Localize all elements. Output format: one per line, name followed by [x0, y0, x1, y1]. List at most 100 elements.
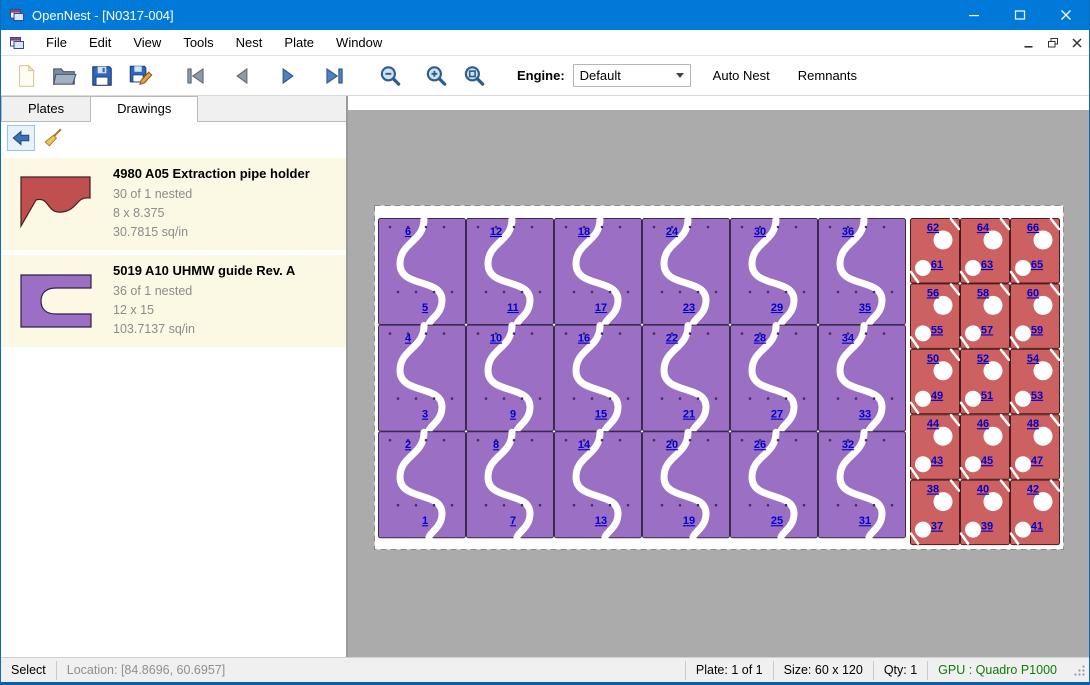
- purple-part-pair[interactable]: 2019: [643, 432, 730, 538]
- svg-text:47: 47: [1031, 455, 1043, 467]
- mdi-restore-button[interactable]: [1041, 32, 1065, 54]
- svg-text:26: 26: [754, 439, 766, 451]
- plate-svg[interactable]: 6512111817242330293635431091615222128273…: [374, 205, 1064, 550]
- svg-text:32: 32: [842, 439, 854, 451]
- red-part-pair[interactable]: 4645: [961, 415, 1010, 480]
- mdi-close-button[interactable]: [1065, 32, 1089, 54]
- mdi-minimize-button[interactable]: [1017, 32, 1041, 54]
- menu-tools[interactable]: Tools: [172, 30, 224, 55]
- purple-part-pair[interactable]: 3433: [819, 325, 906, 431]
- red-part-pair[interactable]: 6261: [911, 219, 960, 284]
- close-button[interactable]: [1043, 0, 1089, 30]
- first-plate-button[interactable]: [181, 61, 211, 91]
- engine-label: Engine:: [517, 68, 565, 83]
- svg-text:51: 51: [981, 390, 993, 402]
- red-part-pair[interactable]: 48 47: [1011, 415, 1060, 480]
- red-part-pair[interactable]: 6463: [961, 219, 1010, 284]
- svg-text:48: 48: [1027, 418, 1039, 430]
- new-button[interactable]: [11, 61, 41, 91]
- previous-plate-button[interactable]: [227, 61, 257, 91]
- nest-canvas[interactable]: 6512111817242330293635431091615222128273…: [348, 96, 1089, 657]
- status-gpu: GPU : Quadro P1000: [928, 663, 1067, 677]
- zoom-out-button[interactable]: [375, 61, 405, 91]
- purple-part-pair[interactable]: 21: [379, 432, 466, 538]
- svg-text:50: 50: [927, 353, 939, 365]
- app-window: OpenNest - [N0317-004] File Edit View To…: [0, 0, 1090, 685]
- zoom-in-button[interactable]: [421, 61, 451, 91]
- drawing-item-1[interactable]: 4980 A05 Extraction pipe holder 30 of 1 …: [1, 158, 346, 250]
- next-plate-button[interactable]: [273, 61, 303, 91]
- svg-text:59: 59: [1031, 324, 1043, 336]
- red-part-pair[interactable]: 5251: [961, 349, 1010, 414]
- purple-part-pair[interactable]: 1413: [555, 432, 642, 538]
- save-button[interactable]: [87, 61, 117, 91]
- purple-part-pair[interactable]: 2221: [643, 325, 730, 431]
- drawings-toolbar: [1, 122, 346, 154]
- red-part-pair[interactable]: 4241: [1011, 480, 1060, 544]
- red-part-pair[interactable]: 3837: [911, 480, 960, 544]
- last-plate-button[interactable]: [319, 61, 349, 91]
- mdi-child-icon[interactable]: [9, 35, 25, 51]
- menu-bar: File Edit View Tools Nest Plate Window: [1, 30, 1089, 56]
- svg-text:45: 45: [981, 455, 993, 467]
- open-button[interactable]: [49, 61, 79, 91]
- purple-part-pair[interactable]: 3231: [819, 432, 906, 538]
- menu-view[interactable]: View: [122, 30, 172, 55]
- svg-text:23: 23: [683, 302, 695, 314]
- purple-part-pair[interactable]: 2625: [731, 432, 818, 538]
- purple-part-pair[interactable]: 65: [379, 219, 466, 325]
- red-part-pair[interactable]: 5857: [961, 284, 1010, 349]
- svg-text:39: 39: [981, 521, 993, 533]
- menu-window[interactable]: Window: [325, 30, 393, 55]
- engine-select[interactable]: Default: [573, 64, 691, 87]
- svg-text:19: 19: [683, 515, 695, 527]
- menu-plate[interactable]: Plate: [273, 30, 325, 55]
- svg-text:56: 56: [927, 287, 939, 299]
- red-part-pair[interactable]: 4039: [961, 480, 1010, 544]
- red-part-pair[interactable]: 5049: [911, 349, 960, 414]
- purple-part-pair[interactable]: 1615: [555, 325, 642, 431]
- menu-edit[interactable]: Edit: [78, 30, 122, 55]
- clean-broom-button[interactable]: [39, 125, 67, 151]
- purple-part-pair[interactable]: 87: [467, 432, 554, 538]
- tab-plates[interactable]: Plates: [1, 96, 91, 121]
- assign-back-button[interactable]: [7, 125, 35, 151]
- plate[interactable]: 6512111817242330293635431091615222128273…: [374, 205, 1064, 550]
- svg-text:1: 1: [422, 515, 428, 527]
- zoom-fit-button[interactable]: [459, 61, 489, 91]
- svg-text:14: 14: [578, 439, 591, 451]
- svg-text:58: 58: [977, 287, 989, 299]
- status-size: Size: 60 x 120: [774, 663, 873, 677]
- purple-part-pair[interactable]: 1817: [555, 219, 642, 325]
- purple-part-pair[interactable]: 2827: [731, 325, 818, 431]
- menu-file[interactable]: File: [35, 30, 78, 55]
- minimize-button[interactable]: [951, 0, 997, 30]
- red-part-pair[interactable]: 6665: [1011, 219, 1060, 284]
- tab-drawings[interactable]: Drawings: [90, 96, 198, 122]
- save-as-button[interactable]: [125, 61, 155, 91]
- svg-text:36: 36: [842, 226, 854, 238]
- menu-nest[interactable]: Nest: [225, 30, 274, 55]
- red-part-pair[interactable]: 5655: [911, 284, 960, 349]
- red-part-pair[interactable]: 6059: [1011, 284, 1060, 349]
- red-part-pair[interactable]: 5453: [1011, 349, 1060, 414]
- drawing-title: 5019 A10 UHMW guide Rev. A: [113, 263, 295, 278]
- drawing-list: 4980 A05 Extraction pipe holder 30 of 1 …: [1, 154, 346, 657]
- svg-text:9: 9: [510, 409, 516, 421]
- purple-part-pair[interactable]: 43: [379, 325, 466, 431]
- purple-part-pair[interactable]: 3635: [819, 219, 906, 325]
- purple-part-pair[interactable]: 109: [467, 325, 554, 431]
- purple-part-pair[interactable]: 1211: [467, 219, 554, 325]
- red-part-pair[interactable]: 4443: [911, 415, 960, 480]
- resize-grip[interactable]: [1067, 664, 1089, 677]
- svg-text:63: 63: [981, 259, 993, 271]
- remnants-button[interactable]: Remnants: [792, 64, 863, 87]
- purple-part-pair[interactable]: 3029: [731, 219, 818, 325]
- drawing-item-2[interactable]: 5019 A10 UHMW guide Rev. A 36 of 1 neste…: [1, 255, 346, 347]
- svg-text:27: 27: [771, 409, 783, 421]
- auto-nest-button[interactable]: Auto Nest: [707, 64, 776, 87]
- maximize-button[interactable]: [997, 0, 1043, 30]
- status-location: Location: [84.8696, 60.6957]: [57, 663, 235, 677]
- svg-text:66: 66: [1027, 222, 1039, 234]
- purple-part-pair[interactable]: 2423: [643, 219, 730, 325]
